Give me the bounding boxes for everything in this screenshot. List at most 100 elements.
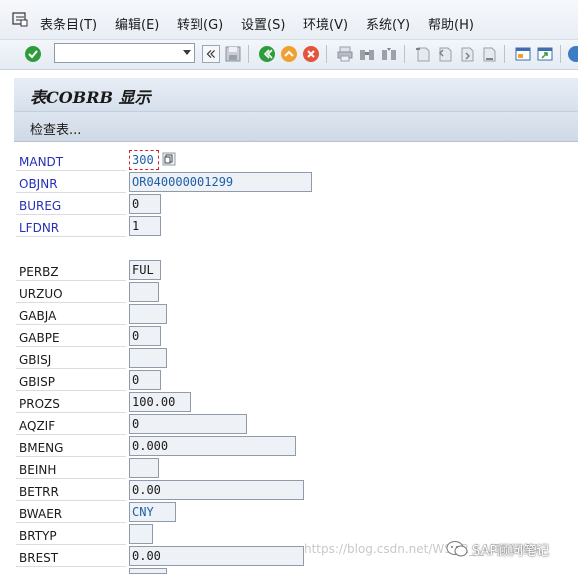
field-label: BMENG [19, 441, 64, 455]
find-next-icon[interactable] [380, 45, 398, 63]
field-label: BRTYP [19, 529, 57, 543]
field-row-bmeng: BMENG 0.000 [14, 436, 578, 458]
field-row-betrr: BETRR 0.00 [14, 480, 578, 502]
menu-system[interactable]: 系统(Y) [366, 14, 410, 33]
menu-goto[interactable]: 转到(G) [177, 14, 223, 33]
field-label: BETRR [19, 485, 59, 499]
first-page-icon[interactable] [414, 45, 432, 63]
field-value-urzuo[interactable] [129, 282, 159, 302]
row-divider [16, 214, 126, 215]
menu-environment[interactable]: 环境(V) [303, 14, 348, 33]
field-value-gabpe[interactable]: 0 [129, 326, 161, 346]
menu-table-entry[interactable]: 表条目(T) [40, 14, 97, 33]
toolbar-separator [560, 45, 561, 63]
print-icon[interactable] [336, 45, 354, 63]
back-icon[interactable] [258, 45, 276, 63]
row-divider [16, 478, 126, 479]
collapse-icon[interactable] [202, 45, 220, 63]
next-page-icon[interactable] [458, 45, 476, 63]
save-icon[interactable] [224, 45, 242, 63]
record-display: MANDT 300 OBJNR OR040000001299 BUREG 0 L… [14, 142, 578, 574]
toolbar-separator [504, 45, 505, 63]
row-divider [16, 192, 126, 193]
check-table-button[interactable]: 检查表... [30, 119, 81, 138]
watermark: https://blog.csdn.net/WSUR_I_U591004 SAP… [300, 538, 578, 562]
field-row-lfdnr: LFDNR 1 [14, 216, 578, 238]
find-icon[interactable] [358, 45, 376, 63]
field-value-lfdnr[interactable]: 1 [129, 216, 161, 236]
row-divider [16, 434, 126, 435]
toolbar-separator [248, 45, 249, 63]
cancel-icon[interactable] [302, 45, 320, 63]
field-row-bureg: BUREG 0 [14, 194, 578, 216]
field-value-bureg[interactable]: 0 [129, 194, 161, 214]
command-dropdown-icon[interactable] [183, 50, 191, 55]
field-value-prozs[interactable]: 100.00 [129, 392, 191, 412]
system-menu-icon[interactable] [12, 11, 28, 27]
field-value-objnr[interactable]: OR040000001299 [129, 172, 312, 192]
field-value-gabja[interactable] [129, 304, 167, 324]
field-label: PROZS [19, 397, 60, 411]
field-label: AQZIF [19, 419, 56, 433]
row-divider [16, 456, 126, 457]
field-value-brtyp[interactable] [129, 524, 153, 544]
field-label: BEINH [19, 463, 57, 477]
field-value-brest[interactable]: 0.00 [129, 546, 304, 566]
exit-icon[interactable] [280, 45, 298, 63]
wechat-logo-icon [446, 541, 468, 557]
field-row-perbz: PERBZ FUL [14, 260, 578, 282]
toolbar-separator [404, 45, 405, 63]
page-title: 表COBRB 显示 [30, 88, 151, 107]
field-label: BREST [19, 551, 59, 565]
field-label: GBISP [19, 375, 55, 389]
command-field[interactable] [54, 43, 195, 63]
previous-page-icon[interactable] [436, 45, 454, 63]
enter-icon[interactable] [24, 45, 42, 63]
field-row-gabja: GABJA [14, 304, 578, 326]
field-label: GABPE [19, 331, 60, 345]
menu-help[interactable]: 帮助(H) [428, 14, 474, 33]
shortcut-icon[interactable] [536, 45, 554, 63]
field-value-mandt[interactable]: 300 [129, 150, 159, 170]
field-value-gbisj[interactable] [129, 348, 167, 368]
field-row-mandt: MANDT 300 [14, 150, 578, 172]
field-value-perbz[interactable]: FUL [129, 260, 161, 280]
watermark-text: SAP顾问笔记 [472, 544, 550, 559]
field-value-partial[interactable] [129, 568, 167, 574]
row-divider [16, 412, 126, 413]
menu-edit[interactable]: 编辑(E) [115, 14, 159, 33]
possible-entries-icon[interactable] [162, 152, 176, 166]
field-label: LFDNR [19, 221, 60, 235]
field-row-objnr: OBJNR OR040000001299 [14, 172, 578, 194]
row-divider [16, 302, 126, 303]
field-value-beinh[interactable] [129, 458, 159, 478]
field-label: BUREG [19, 199, 62, 213]
create-session-icon[interactable] [514, 45, 532, 63]
field-row-gbisp: GBISP 0 [14, 370, 578, 392]
field-value-aqzif[interactable]: 0 [129, 414, 247, 434]
field-row-aqzif: AQZIF 0 [14, 414, 578, 436]
row-divider [16, 324, 126, 325]
field-value-gbisp[interactable]: 0 [129, 370, 161, 390]
field-row-urzuo: URZUO [14, 282, 578, 304]
field-label: BWAER [19, 507, 63, 521]
application-toolbar: 检查表... [14, 112, 578, 142]
last-page-icon[interactable] [480, 45, 498, 63]
field-value-bwaer[interactable]: CNY [129, 502, 176, 522]
title-bar: 表COBRB 显示 [14, 78, 578, 112]
help-icon[interactable] [567, 45, 578, 63]
field-label: URZUO [19, 287, 63, 301]
menu-settings[interactable]: 设置(S) [241, 14, 285, 33]
field-label: GABJA [19, 309, 57, 323]
row-divider [16, 566, 126, 567]
row-divider [16, 544, 126, 545]
row-divider [16, 522, 126, 523]
menu-bar: 表条目(T) 编辑(E) 转到(G) 设置(S) 环境(V) 系统(Y) 帮助(… [0, 0, 578, 40]
field-row-bwaer: BWAER CNY [14, 502, 578, 524]
field-label: MANDT [19, 155, 64, 169]
toolbar-separator [326, 45, 327, 63]
field-value-bmeng[interactable]: 0.000 [129, 436, 296, 456]
field-value-betrr[interactable]: 0.00 [129, 480, 304, 500]
row-divider [16, 236, 126, 237]
field-label: PERBZ [19, 265, 59, 279]
